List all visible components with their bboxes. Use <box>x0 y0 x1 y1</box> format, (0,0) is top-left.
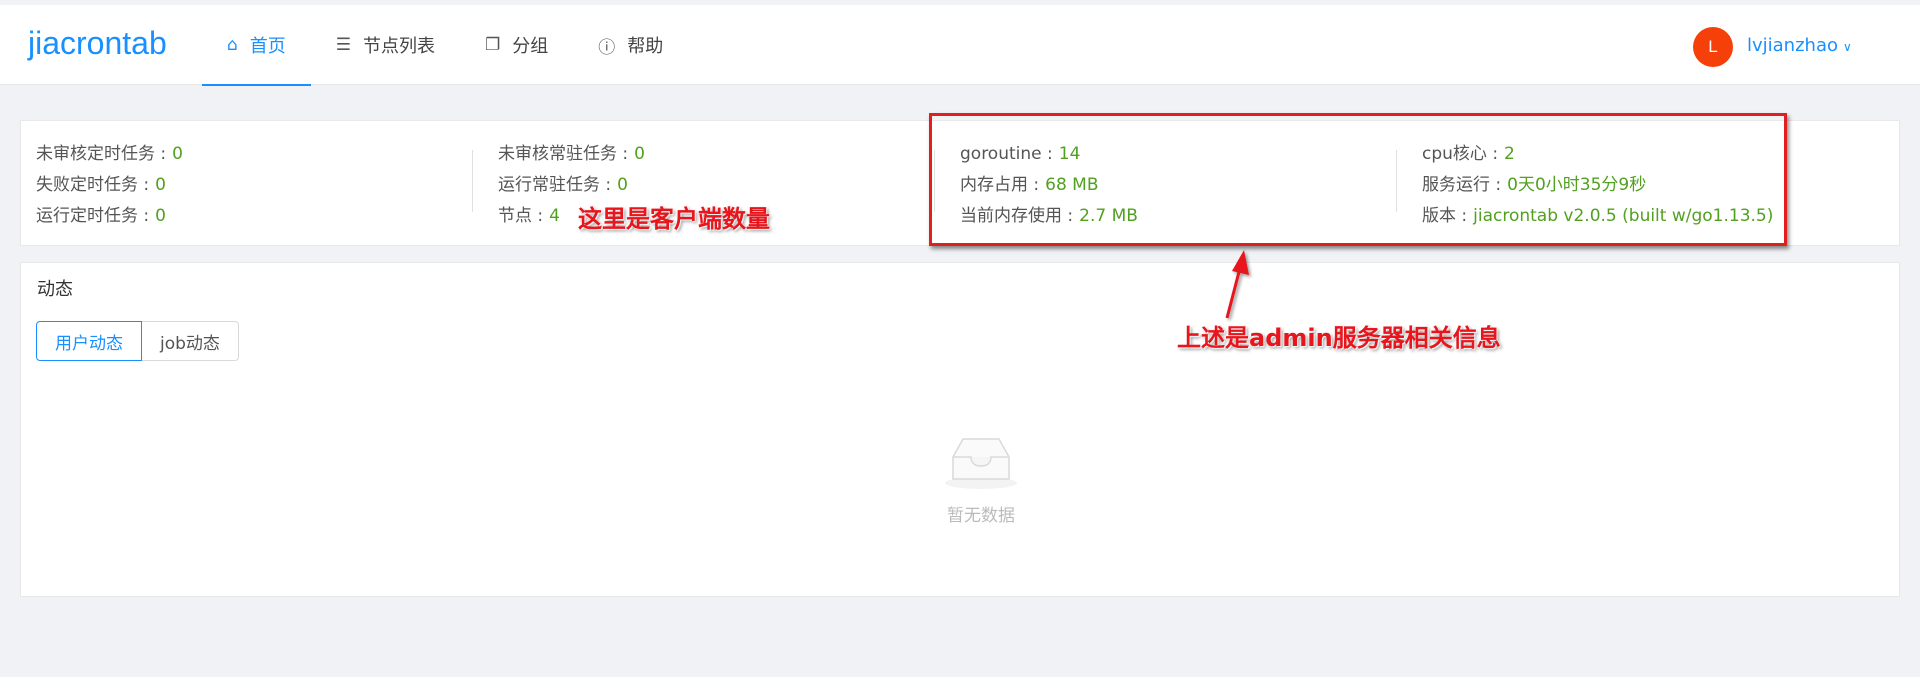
annotation-arrow-icon <box>1225 250 1249 319</box>
